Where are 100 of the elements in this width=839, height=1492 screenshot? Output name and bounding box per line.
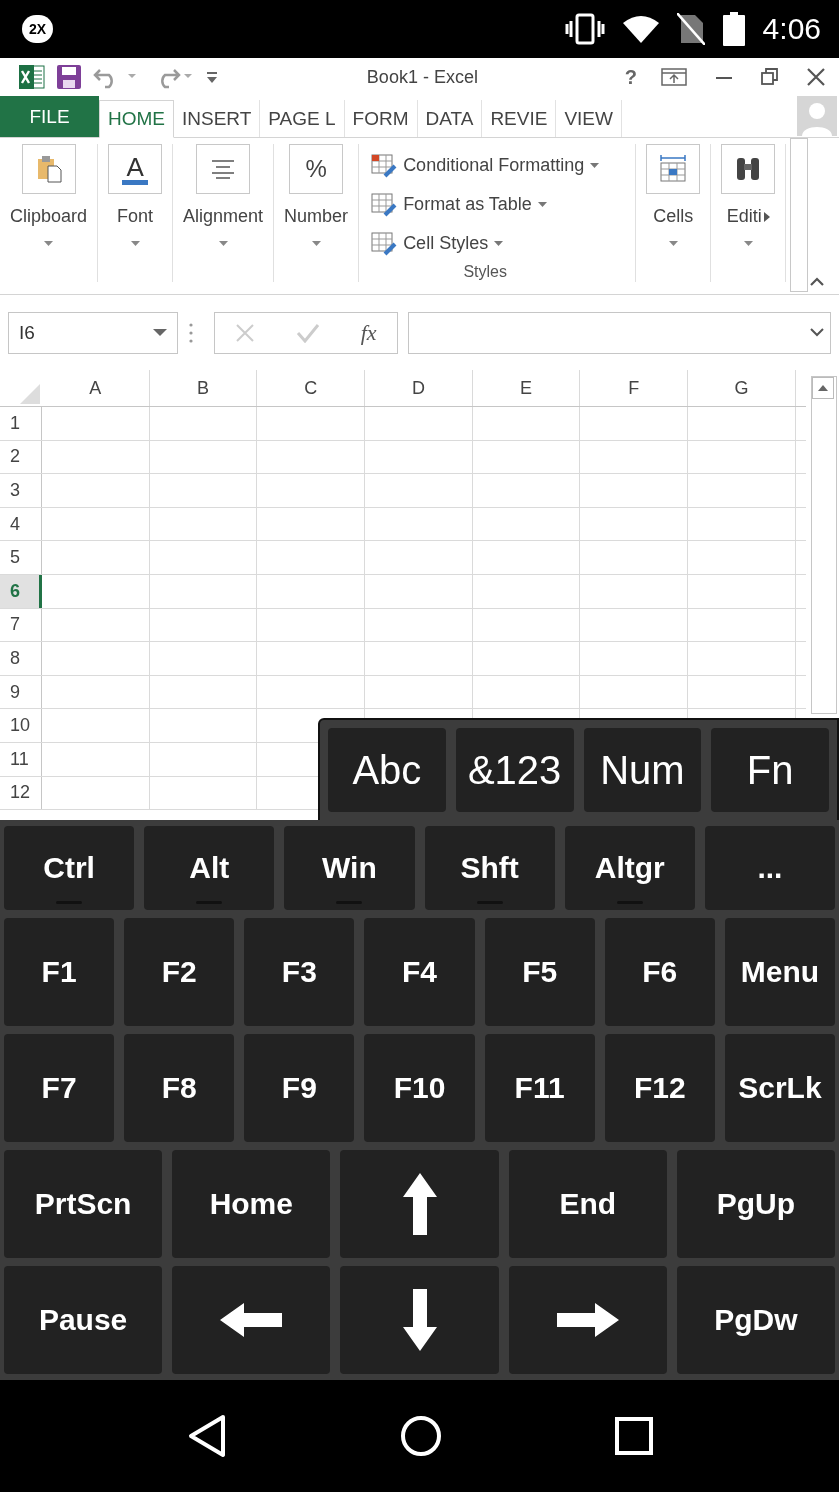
keyboard-key[interactable]: F2	[124, 918, 235, 1026]
ribbon-group-button[interactable]: % Number	[274, 144, 360, 282]
clock: 4:06	[762, 12, 821, 46]
check-icon[interactable]	[296, 322, 321, 343]
save-icon[interactable]	[56, 64, 82, 90]
ribbon-tab[interactable]: VIEW	[556, 100, 622, 137]
ribbon-tab[interactable]: REVIE	[482, 100, 557, 137]
keyboard-mode-key[interactable]: &123	[455, 728, 574, 812]
name-box[interactable]: I6	[8, 311, 178, 354]
column-header[interactable]: E	[472, 370, 581, 406]
modifier-key[interactable]: Altgr	[564, 826, 695, 910]
scroll-right-icon[interactable]	[763, 211, 770, 222]
keyboard-key[interactable]: F12	[604, 1034, 715, 1142]
keyboard-key[interactable]: PgDw	[676, 1266, 835, 1374]
column-header[interactable]: D	[365, 370, 473, 406]
column-header[interactable]: C	[257, 370, 366, 406]
keyboard-key[interactable]: F11	[484, 1034, 595, 1142]
expand-caret-icon[interactable]	[810, 328, 824, 337]
row-header[interactable]: 2	[0, 440, 42, 474]
row-header[interactable]: 6	[0, 574, 42, 608]
keyboard-mode-key[interactable]: Abc	[328, 728, 446, 812]
keyboard-mode-key[interactable]: Fn	[711, 728, 829, 812]
cells-icon	[658, 154, 689, 184]
keyboard-key[interactable]: PgUp	[676, 1150, 835, 1258]
keyboard-key[interactable]: F4	[364, 918, 475, 1026]
arrow-key[interactable]	[340, 1266, 499, 1374]
formula-input[interactable]	[408, 311, 831, 354]
arrow-key[interactable]	[172, 1266, 331, 1374]
ribbon-group-button[interactable]: Alignment	[173, 144, 275, 282]
more-options-icon[interactable]	[188, 321, 194, 344]
ribbon-group-button[interactable]: Cells	[636, 144, 712, 282]
row-header[interactable]: 4	[0, 507, 42, 541]
file-tab[interactable]: FILE	[0, 96, 99, 137]
keyboard-key[interactable]: F3	[244, 918, 355, 1026]
home-icon[interactable]	[399, 1415, 442, 1457]
keyboard-mode-key[interactable]: Num	[583, 728, 702, 812]
help-button[interactable]: ?	[624, 65, 637, 89]
keyboard-key[interactable]: F8	[124, 1034, 235, 1142]
keyboard-key[interactable]: PrtScn	[4, 1150, 163, 1258]
ribbon-display-icon[interactable]	[661, 67, 687, 87]
row-header[interactable]: 5	[0, 541, 42, 574]
keyboard-key[interactable]: F10	[364, 1034, 475, 1142]
keyboard-key[interactable]: ScrLk	[724, 1034, 835, 1142]
modifier-key[interactable]: Win	[284, 826, 415, 910]
column-header[interactable]: G	[688, 370, 796, 406]
arrow-key[interactable]	[508, 1266, 667, 1374]
column-header[interactable]: F	[580, 370, 689, 406]
ribbon-group-button[interactable]: Clipboard	[0, 144, 99, 282]
recents-icon[interactable]	[614, 1417, 653, 1455]
arrow-icon	[402, 1289, 437, 1351]
no-sim-icon	[676, 13, 705, 45]
ribbon-tab[interactable]: FORM	[344, 100, 418, 137]
ribbon-group-button[interactable]: A Font	[98, 144, 174, 282]
keyboard-key[interactable]: Pause	[4, 1266, 163, 1374]
keyboard-key[interactable]: F7	[4, 1034, 115, 1142]
styles-menu-item[interactable]: Format as Table	[371, 185, 600, 224]
cloud-badge-icon: 2X	[22, 15, 54, 43]
close-icon[interactable]	[807, 68, 825, 86]
insert-function-button[interactable]: fx	[360, 319, 377, 346]
caret-icon	[668, 241, 678, 247]
restore-icon[interactable]	[761, 68, 779, 86]
row-header[interactable]: 9	[0, 675, 42, 709]
row-header[interactable]: 10	[0, 709, 42, 742]
keyboard-key[interactable]: F9	[244, 1034, 355, 1142]
ribbon-tab[interactable]: INSERT	[174, 100, 261, 137]
row-header[interactable]: 1	[0, 407, 42, 440]
keyboard-key[interactable]: Home	[172, 1150, 331, 1258]
row-header[interactable]: 11	[0, 742, 42, 776]
arrow-icon	[402, 1173, 437, 1235]
arrow-key[interactable]	[340, 1150, 499, 1258]
keyboard-key[interactable]: End	[508, 1150, 667, 1258]
styles-menu-item[interactable]: Conditional Formatting	[371, 146, 600, 185]
scroll-up-icon[interactable]	[812, 377, 834, 399]
ribbon-scrollbar[interactable]	[790, 138, 809, 292]
row-header[interactable]: 3	[0, 474, 42, 507]
styles-menu-item[interactable]: Cell Styles	[371, 224, 600, 263]
row-header[interactable]: 12	[0, 776, 42, 810]
vibrate-icon	[564, 13, 605, 45]
row-header[interactable]: 8	[0, 642, 42, 675]
ribbon-group-button[interactable]: Editi	[711, 144, 787, 282]
back-icon[interactable]	[186, 1414, 227, 1458]
ribbon-tab[interactable]: HOME	[99, 100, 174, 138]
vertical-scrollbar[interactable]	[811, 376, 837, 714]
ribbon-tab[interactable]: DATA	[417, 100, 483, 137]
customize-toolbar-icon[interactable]	[204, 69, 220, 85]
column-header[interactable]: B	[149, 370, 258, 406]
row-header[interactable]: 7	[0, 608, 42, 642]
modifier-key[interactable]: Alt	[144, 826, 275, 910]
keyboard-key[interactable]: Menu	[724, 918, 835, 1026]
caret-icon	[743, 241, 753, 247]
ribbon-tab[interactable]: PAGE L	[260, 100, 345, 137]
keyboard-key[interactable]: F5	[484, 918, 595, 1026]
collapse-ribbon-icon[interactable]	[809, 276, 825, 286]
battery-icon	[722, 12, 745, 46]
keyboard-key[interactable]: F1	[4, 918, 115, 1026]
modifier-key[interactable]: Shft	[424, 826, 555, 910]
modifier-key[interactable]: Ctrl	[4, 826, 135, 910]
column-header[interactable]: A	[42, 370, 150, 406]
keyboard-key[interactable]: F6	[604, 918, 715, 1026]
keyboard-key[interactable]: ...	[704, 826, 836, 910]
